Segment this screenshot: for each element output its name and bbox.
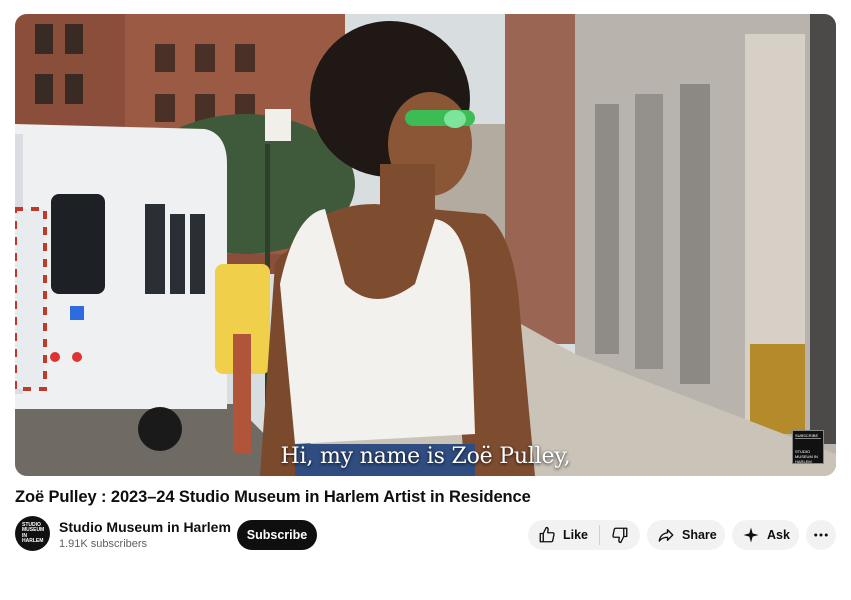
ask-label: Ask [767,528,790,542]
more-horizontal-icon [814,533,828,537]
like-button[interactable]: Like [528,520,599,550]
video-frame [15,14,836,476]
video-title: Zoë Pulley : 2023–24 Studio Museum in Ha… [15,488,531,506]
subscribe-button[interactable]: Subscribe [237,520,317,550]
share-label: Share [682,528,717,542]
sparkle-icon [743,527,759,543]
share-arrow-icon [658,529,674,542]
subscriber-count: 1.91K subscribers [59,538,148,550]
like-dislike-group: Like [528,520,640,550]
video-subtitle: Hi, my name is Zoë Pulley, [280,444,571,469]
share-button[interactable]: Share [647,520,725,550]
channel-avatar-logo: STUDIO MUSEUM IN HARLEM [22,521,45,544]
more-actions-button[interactable] [806,520,836,550]
ask-button[interactable]: Ask [732,520,799,550]
thumbs-down-icon [612,527,628,544]
channel-watermark[interactable]: SUBSCRIBE STUDIO MUSEUM IN HARLEM [792,430,824,464]
channel-name[interactable]: Studio Museum in Harlem [59,519,231,535]
watermark-subscribe-label: SUBSCRIBE [795,433,821,439]
channel-avatar[interactable]: STUDIO MUSEUM IN HARLEM [15,516,50,551]
like-label: Like [563,528,589,542]
video-player[interactable]: Hi, my name is Zoë Pulley, SUBSCRIBE STU… [15,14,836,476]
dislike-button[interactable] [600,520,640,550]
watermark-logo: STUDIO MUSEUM IN HARLEM [795,449,818,464]
thumbs-up-icon [539,526,555,543]
